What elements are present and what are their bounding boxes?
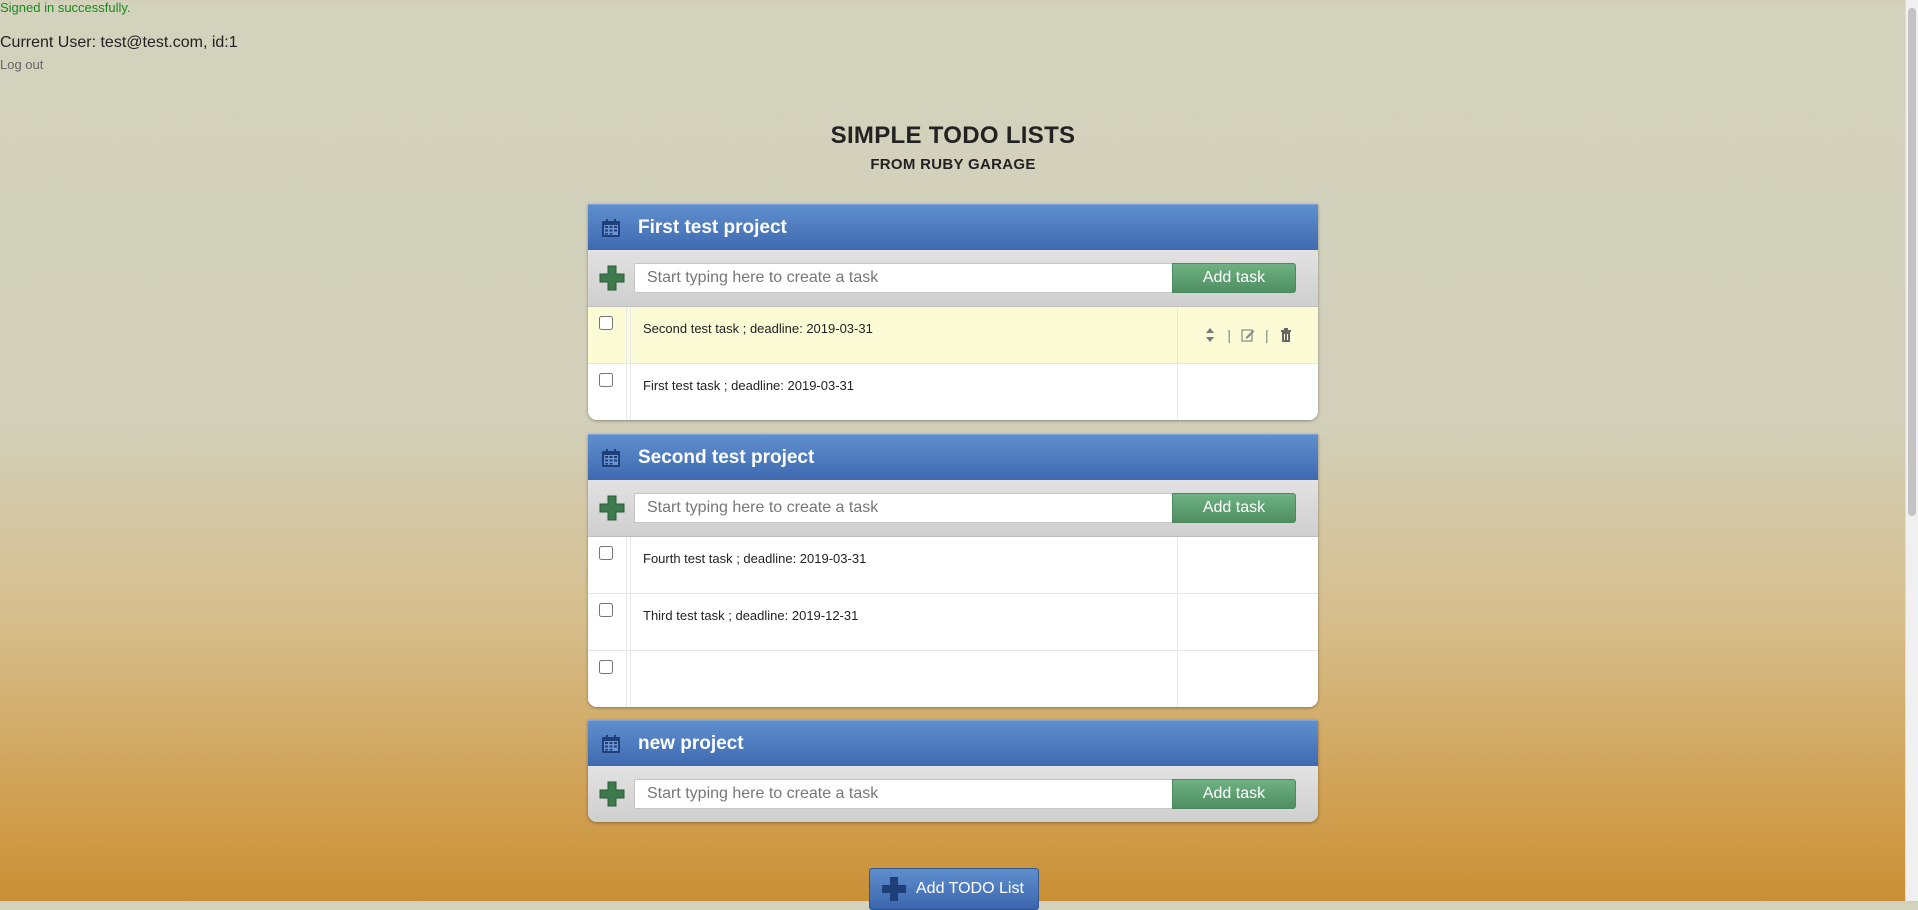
project-header: new project — [588, 720, 1318, 766]
task-text[interactable]: Second test task ; deadline: 2019-03-31 — [631, 307, 1178, 363]
project-title: First test project — [638, 216, 787, 238]
add-task-row: Add task — [588, 480, 1318, 537]
project-header: First test project — [588, 204, 1318, 250]
flash-message: Signed in successfully. — [0, 0, 131, 15]
logout-link[interactable]: Log out — [0, 57, 43, 72]
project-title: new project — [638, 732, 744, 754]
add-task-button[interactable]: Add task — [1172, 779, 1296, 809]
calendar-icon — [602, 448, 620, 467]
task-input[interactable] — [634, 779, 1172, 809]
task-checkbox[interactable] — [599, 316, 613, 330]
project-new: new project Add task — [588, 720, 1318, 822]
calendar-icon — [602, 734, 620, 753]
project-second-test: Second test project Add task Fourth test… — [588, 434, 1318, 707]
task-text[interactable]: Third test task ; deadline: 2019-12-31 — [631, 594, 1178, 650]
page-heading: SIMPLE TODO LISTS FROM RUBY GARAGE — [0, 122, 1906, 173]
task-row: Second test task ; deadline: 2019-03-31 … — [588, 307, 1318, 364]
task-text[interactable]: Fourth test task ; deadline: 2019-03-31 — [631, 537, 1178, 593]
trash-icon[interactable] — [1279, 327, 1293, 343]
task-actions — [1178, 594, 1318, 650]
page-subtitle: FROM RUBY GARAGE — [870, 156, 1036, 173]
task-row — [588, 651, 1318, 707]
task-input[interactable] — [634, 493, 1172, 523]
task-actions — [1178, 651, 1318, 707]
page-title: SIMPLE TODO LISTS — [830, 122, 1076, 149]
page-scrollbar[interactable] — [1905, 0, 1918, 901]
plus-icon — [599, 495, 625, 521]
add-task-button[interactable]: Add task — [1172, 493, 1296, 523]
reorder-icon[interactable] — [1203, 327, 1217, 343]
scrollbar-thumb[interactable] — [1908, 8, 1916, 516]
project-header: Second test project — [588, 434, 1318, 480]
task-input[interactable] — [634, 263, 1172, 293]
task-text[interactable]: First test task ; deadline: 2019-03-31 — [631, 364, 1178, 420]
add-task-row: Add task — [588, 250, 1318, 307]
current-user: Current User: test@test.com, id:1 — [0, 34, 238, 51]
task-checkbox[interactable] — [599, 603, 613, 617]
task-checkbox[interactable] — [599, 373, 613, 387]
task-text[interactable] — [631, 651, 1178, 707]
plus-icon — [882, 877, 906, 901]
calendar-icon — [602, 218, 620, 237]
task-row: First test task ; deadline: 2019-03-31 — [588, 364, 1318, 420]
task-row: Third test task ; deadline: 2019-12-31 — [588, 594, 1318, 651]
project-first-test: First test project Add task Second test … — [588, 204, 1318, 420]
add-task-button[interactable]: Add task — [1172, 263, 1296, 293]
project-title: Second test project — [638, 446, 815, 468]
task-checkbox[interactable] — [599, 660, 613, 674]
add-todo-list-label: Add TODO List — [916, 880, 1024, 897]
task-row: Fourth test task ; deadline: 2019-03-31 — [588, 537, 1318, 594]
task-actions: | | — [1178, 307, 1318, 363]
plus-icon — [599, 781, 625, 807]
add-todo-list-button[interactable]: Add TODO List — [869, 868, 1039, 910]
task-actions — [1178, 364, 1318, 420]
task-actions — [1178, 537, 1318, 593]
task-checkbox[interactable] — [599, 546, 613, 560]
edit-icon[interactable] — [1241, 327, 1255, 343]
plus-icon — [599, 265, 625, 291]
add-task-row: Add task — [588, 766, 1318, 822]
